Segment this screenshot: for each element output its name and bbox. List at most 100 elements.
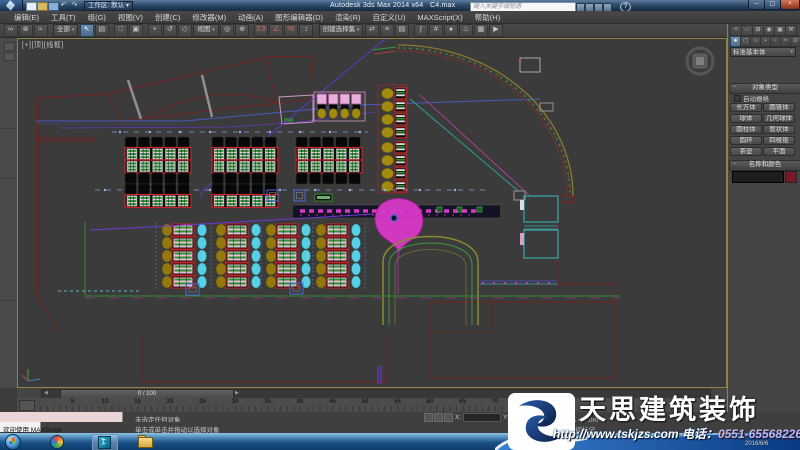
- minimize-button[interactable]: ─: [748, 0, 765, 10]
- percent-snap-icon[interactable]: %: [284, 24, 298, 37]
- select-and-scale-icon[interactable]: ◇: [178, 24, 192, 37]
- primitive-button[interactable]: 长方体: [730, 103, 762, 112]
- angle-snap-icon[interactable]: ∠: [269, 24, 283, 37]
- primitive-button[interactable]: 四棱锥: [763, 136, 795, 145]
- redo-icon[interactable]: ↷: [70, 2, 79, 9]
- object-type-buttons: 长方体圆锥体球体几何球体圆柱体管状体圆环四棱锥茶壶平面: [730, 103, 798, 158]
- selection-lock-icon[interactable]: [434, 413, 443, 422]
- primitive-button[interactable]: 圆柱体: [730, 125, 762, 134]
- window-crossing-icon[interactable]: ▣: [129, 24, 143, 37]
- frame-label: 15: [134, 399, 141, 405]
- curve-editor-icon[interactable]: ∫: [414, 24, 428, 37]
- undo-icon[interactable]: ↶: [59, 2, 68, 9]
- object-color-swatch[interactable]: [785, 171, 797, 183]
- taskbar-folder-icon[interactable]: [138, 437, 153, 448]
- render-setup-icon[interactable]: ♨: [459, 24, 473, 37]
- command-panel: + ∩ ⊞ ◉ ▣ ⚒ ● ◻ ☼ ▪ ▫ ≈ ⊙ 标准基本体▾ −对象类型 自…: [727, 24, 800, 413]
- open-file-icon[interactable]: [37, 2, 48, 11]
- reference-coordsys-dropdown[interactable]: 视图 ▾: [193, 24, 218, 37]
- select-and-link-icon[interactable]: ∞: [4, 24, 18, 37]
- rollout-name-color[interactable]: −名称和颜色: [729, 160, 800, 171]
- subtab-systems-icon[interactable]: ⊙: [790, 36, 800, 47]
- menu-item[interactable]: 视图(V): [112, 12, 149, 23]
- left-dock-strip: [0, 38, 18, 388]
- primitive-button[interactable]: 圆锥体: [763, 103, 795, 112]
- dock-icon[interactable]: [4, 52, 15, 61]
- timeline-options-button[interactable]: [19, 400, 35, 411]
- menu-item[interactable]: 创建(C): [149, 12, 186, 23]
- close-button[interactable]: ×: [780, 0, 800, 10]
- menu-item[interactable]: MAXScript(X): [411, 13, 468, 22]
- primitive-category-dropdown[interactable]: 标准基本体▾: [730, 47, 796, 57]
- taskbar-app-icon[interactable]: [50, 435, 64, 449]
- schematic-view-icon[interactable]: #: [429, 24, 443, 37]
- viewcube[interactable]: [687, 48, 713, 74]
- menu-item[interactable]: 编辑(E): [8, 12, 45, 23]
- frame-label: 65: [459, 399, 466, 405]
- save-file-icon[interactable]: [48, 2, 59, 11]
- menu-item[interactable]: 组(G): [82, 12, 112, 23]
- menu-item[interactable]: 工具(T): [45, 12, 82, 23]
- watermark-url: http://www.tskjzs.com 电话：0551-65568226: [553, 425, 800, 442]
- menu-item[interactable]: 图形编辑器(D): [269, 12, 329, 23]
- frame-label: 5: [71, 399, 74, 405]
- spinner-snap-icon[interactable]: ↕: [299, 24, 313, 37]
- primitive-button[interactable]: 管状体: [763, 125, 795, 134]
- object-name-field[interactable]: [732, 171, 784, 183]
- new-file-icon[interactable]: [26, 2, 37, 11]
- selection-filter-dropdown[interactable]: 全部 ▾: [53, 24, 78, 37]
- layer-manager-icon[interactable]: ▤: [395, 24, 409, 37]
- maxscript-welcome: 欢迎使用 MAXScript: [3, 424, 62, 434]
- primitive-button[interactable]: 圆环: [730, 136, 762, 145]
- frame-forward-arrow[interactable]: ▶: [235, 390, 239, 396]
- named-selection-dropdown[interactable]: 创建选择集 ▾: [319, 24, 364, 37]
- bind-to-spacewarp-icon[interactable]: ≈: [34, 24, 48, 37]
- menu-item[interactable]: 修改器(M): [186, 12, 232, 23]
- viewport-label[interactable]: [+][顶][线框]: [22, 40, 64, 50]
- isolate-toggle-icon[interactable]: [424, 413, 433, 422]
- select-and-move-icon[interactable]: +: [148, 24, 162, 37]
- unlink-selection-icon[interactable]: ⊗: [19, 24, 33, 37]
- maxscript-mini-listener[interactable]: [0, 412, 123, 422]
- mirror-icon[interactable]: ⇄: [365, 24, 379, 37]
- tab-utilities-icon[interactable]: ⚒: [785, 25, 797, 36]
- watermark-date: 2016/6/6: [745, 441, 768, 447]
- select-and-manipulate-icon[interactable]: ⊕: [235, 24, 249, 37]
- select-object-icon[interactable]: ↖: [80, 24, 94, 37]
- world-axis-tripod: [22, 369, 40, 381]
- entry-structure: [520, 196, 558, 258]
- seating-column-1: [162, 224, 207, 288]
- maximize-button[interactable]: ▢: [764, 0, 781, 10]
- primitive-button[interactable]: 茶壶: [730, 147, 762, 156]
- render-production-icon[interactable]: ▶: [489, 24, 503, 37]
- workspace-dropdown[interactable]: 工作区: 默认 ▾: [84, 1, 133, 11]
- 3dsmax-window: ↶ ↷ 工作区: 默认 ▾ Autodesk 3ds Max 2014 x64 …: [0, 0, 800, 450]
- menu-item[interactable]: 渲染(R): [329, 12, 366, 23]
- use-pivot-center-icon[interactable]: ◎: [220, 24, 234, 37]
- material-editor-icon[interactable]: ●: [444, 24, 458, 37]
- primitive-button[interactable]: 平面: [763, 147, 795, 156]
- seating-column-2: [216, 224, 261, 288]
- watermark-brand: 天思建筑装饰: [579, 388, 759, 427]
- vertical-booth-column: [378, 85, 407, 193]
- application-menu-button[interactable]: [0, 0, 23, 11]
- primitive-button[interactable]: 球体: [730, 114, 762, 123]
- rectangular-selection-icon[interactable]: □: [114, 24, 128, 37]
- rendered-frame-icon[interactable]: ▦: [474, 24, 488, 37]
- menu-item[interactable]: 自定义(U): [366, 12, 411, 23]
- absolute-mode-icon[interactable]: [444, 413, 453, 422]
- seating-column-3: [266, 224, 311, 288]
- frame-back-arrow[interactable]: ◀: [44, 390, 48, 396]
- frame-label: 30: [232, 399, 239, 405]
- snaps-toggle-icon[interactable]: 2.5: [254, 24, 268, 37]
- dock-icon[interactable]: [4, 42, 15, 51]
- prompt-line: 单击或单击并拖动以选择对象: [135, 424, 220, 434]
- menu-item[interactable]: 帮助(H): [469, 12, 506, 23]
- primitive-button[interactable]: 几何球体: [763, 114, 795, 123]
- menu-item[interactable]: 动画(A): [232, 12, 269, 23]
- align-icon[interactable]: ≡: [380, 24, 394, 37]
- select-and-rotate-icon[interactable]: ↺: [163, 24, 177, 37]
- select-by-name-icon[interactable]: ▤: [95, 24, 109, 37]
- autogrid-checkbox[interactable]: 自动栅格: [734, 93, 769, 103]
- floorplan-canvas[interactable]: [17, 38, 727, 388]
